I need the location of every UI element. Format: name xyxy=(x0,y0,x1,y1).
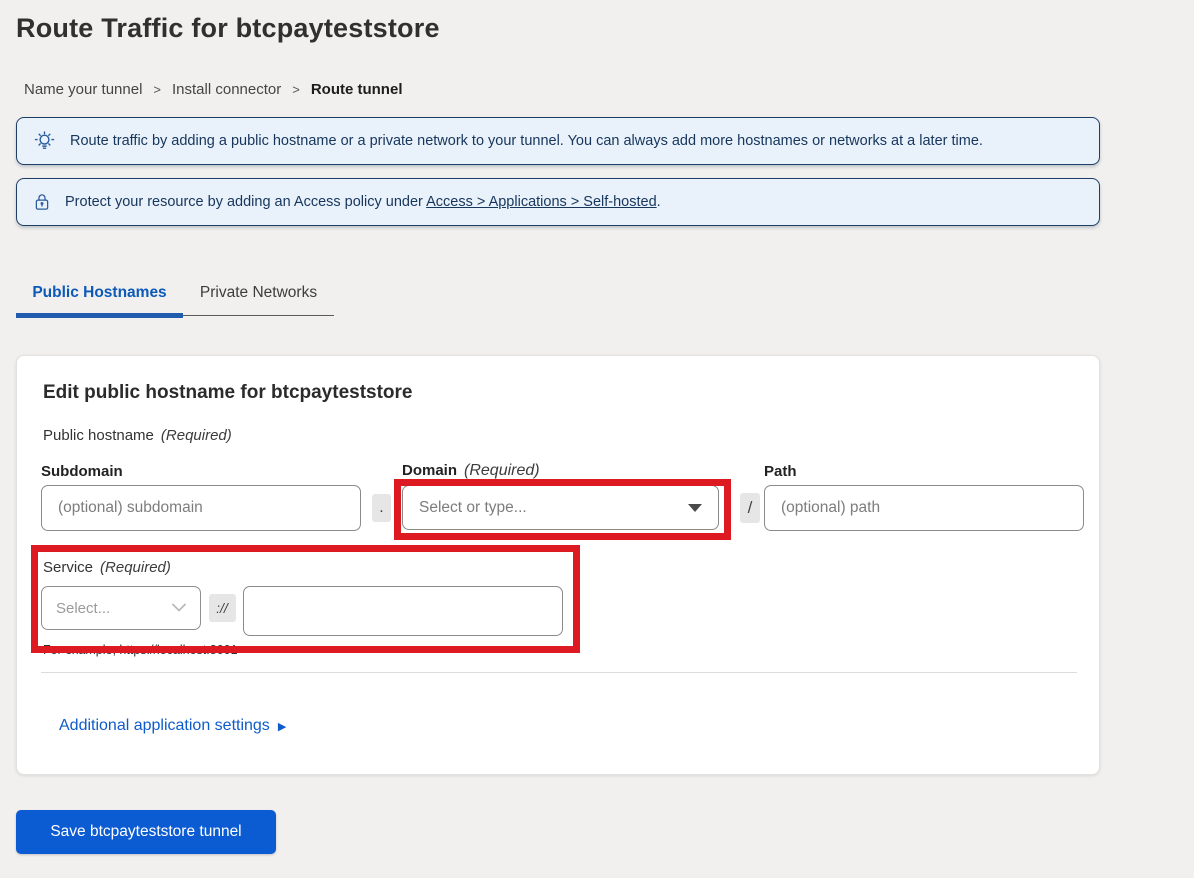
required-tag: (Required) xyxy=(464,462,540,479)
access-banner-suffix: . xyxy=(657,194,661,210)
domain-label-text: Domain xyxy=(402,462,457,479)
tip-banner-text: Route traffic by adding a public hostnam… xyxy=(70,133,983,149)
chevron-down-icon xyxy=(172,599,186,617)
service-type-select[interactable]: Select... xyxy=(41,586,201,630)
public-hostname-label-text: Public hostname xyxy=(43,427,154,444)
breadcrumb-step-install-connector[interactable]: Install connector xyxy=(172,81,281,98)
service-label: Service (Required) xyxy=(43,559,1075,576)
path-label: Path xyxy=(764,463,1084,485)
additional-settings-link[interactable]: Additional application settings ▶ xyxy=(59,717,286,735)
access-banner-text: Protect your resource by adding an Acces… xyxy=(65,194,661,210)
breadcrumb-step-route-tunnel: Route tunnel xyxy=(311,81,403,98)
chevron-right-icon: ▶ xyxy=(278,720,286,733)
breadcrumb-separator: > xyxy=(153,82,161,97)
access-banner: Protect your resource by adding an Acces… xyxy=(16,178,1100,226)
required-tag: (Required) xyxy=(161,427,232,444)
scheme-separator: :// xyxy=(209,594,236,622)
public-hostname-label: Public hostname (Required) xyxy=(43,427,1075,444)
save-tunnel-button[interactable]: Save btcpayteststore tunnel xyxy=(16,810,276,854)
subdomain-label: Subdomain xyxy=(41,463,361,485)
breadcrumb: Name your tunnel > Install connector > R… xyxy=(24,81,1194,98)
section-divider xyxy=(41,672,1077,673)
breadcrumb-separator: > xyxy=(292,82,300,97)
route-tunnel-page: Route Traffic for btcpayteststore Name y… xyxy=(0,13,1194,878)
access-applications-link[interactable]: Access > Applications > Self-hosted xyxy=(426,194,657,210)
lock-icon xyxy=(33,192,51,212)
access-banner-prefix: Protect your resource by adding an Acces… xyxy=(65,194,423,210)
service-url-input[interactable] xyxy=(243,586,563,636)
chevron-down-icon xyxy=(688,504,702,512)
domain-label: Domain (Required) xyxy=(402,462,736,485)
slash-separator: / xyxy=(740,493,760,523)
card-title: Edit public hostname for btcpayteststore xyxy=(43,382,1075,404)
hostname-fields-row: Subdomain Domain(Required) Path . Select… xyxy=(41,459,1075,531)
service-label-text: Service xyxy=(43,559,93,576)
hostname-network-tabs: Public Hostnames Private Networks xyxy=(16,276,334,316)
tip-banner: Route traffic by adding a public hostnam… xyxy=(16,117,1100,165)
page-title: Route Traffic for btcpayteststore xyxy=(16,13,1194,44)
lightbulb-icon xyxy=(33,130,56,153)
path-input[interactable] xyxy=(764,485,1084,531)
additional-settings-label: Additional application settings xyxy=(59,717,270,735)
domain-select-placeholder: Select or type... xyxy=(419,499,527,517)
required-tag: (Required) xyxy=(100,559,171,576)
dot-separator: . xyxy=(372,494,391,522)
edit-public-hostname-card: Edit public hostname for btcpayteststore… xyxy=(16,355,1100,775)
service-section: Service (Required) Select... :// For exam… xyxy=(43,559,1075,657)
breadcrumb-step-name-your-tunnel[interactable]: Name your tunnel xyxy=(24,81,142,98)
service-helper-text: For example, https://localhost:8001 xyxy=(43,643,1075,657)
service-fields-row: Select... :// xyxy=(41,586,1075,636)
tab-public-hostnames[interactable]: Public Hostnames xyxy=(16,276,183,315)
service-type-placeholder: Select... xyxy=(56,600,110,617)
tab-private-networks[interactable]: Private Networks xyxy=(183,276,334,315)
domain-select[interactable]: Select or type... xyxy=(402,485,719,530)
subdomain-input[interactable] xyxy=(41,485,361,531)
